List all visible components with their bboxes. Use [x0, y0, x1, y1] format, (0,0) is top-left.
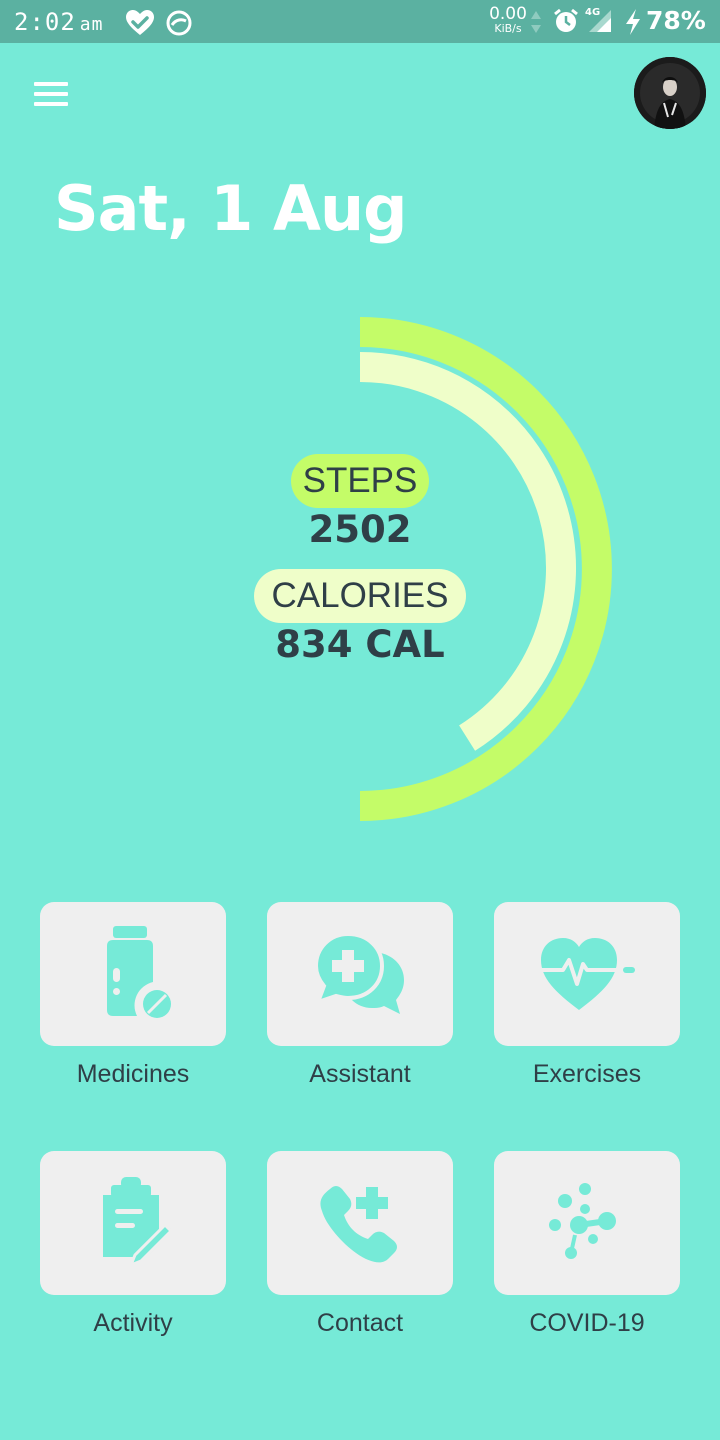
tile-medicines-card[interactable]	[40, 902, 226, 1046]
data-arrows-icon	[531, 11, 541, 33]
tile-contact-card[interactable]	[267, 1151, 453, 1295]
medicine-bottle-icon	[107, 926, 171, 1018]
app-notification-icon	[166, 10, 192, 36]
battery-percentage: 78%	[646, 6, 706, 35]
tile-exercises-card[interactable]	[494, 902, 680, 1046]
tile-exercises[interactable]: Exercises	[494, 902, 680, 1089]
menu-icon-bar	[34, 92, 68, 96]
steps-value: 2502	[308, 508, 412, 551]
menu-icon-bar	[34, 102, 68, 106]
charging-bolt-icon	[626, 9, 640, 35]
calories-label: CALORIES	[254, 569, 466, 623]
tile-activity-label: Activity	[93, 1309, 173, 1337]
network-speed: 0.00 KiB/s	[488, 4, 528, 35]
chat-medical-icon	[313, 931, 404, 1014]
tile-assistant-card[interactable]	[267, 902, 453, 1046]
page-title: Sat, 1 Aug	[54, 172, 407, 245]
tile-activity[interactable]: Activity	[40, 1151, 226, 1338]
tile-covid-19[interactable]: COVID-19	[494, 1151, 680, 1338]
network-speed-value: 0.00	[489, 4, 527, 24]
status-bar: 2:02 am 0.00 KiB/s 4G 78%	[0, 0, 720, 43]
tile-contact[interactable]: Contact	[267, 1151, 453, 1338]
menu-button[interactable]	[34, 82, 68, 106]
status-time-value: 2:02	[14, 8, 76, 36]
heartbeat-icon	[537, 938, 635, 1010]
tile-assistant-label: Assistant	[309, 1060, 411, 1088]
tile-activity-card[interactable]	[40, 1151, 226, 1295]
tile-medicines-label: Medicines	[76, 1060, 190, 1088]
menu-icon-bar	[34, 82, 68, 86]
heart-check-icon	[126, 10, 154, 35]
steps-label: STEPS	[291, 454, 429, 508]
avatar-image	[634, 57, 706, 129]
tile-contact-label: Contact	[316, 1309, 404, 1337]
status-time-ampm: am	[79, 14, 104, 35]
tile-exercises-label: Exercises	[532, 1060, 642, 1088]
phone-plus-icon	[320, 1186, 397, 1263]
tile-covid-19-card[interactable]	[494, 1151, 680, 1295]
avatar[interactable]	[634, 57, 706, 129]
tile-medicines[interactable]: Medicines	[40, 902, 226, 1089]
virus-icon	[549, 1183, 616, 1259]
alarm-icon	[554, 8, 578, 32]
status-time: 2:02 am	[14, 8, 103, 36]
calories-value: 834 CAL	[275, 623, 445, 666]
clipboard-edit-icon	[103, 1177, 173, 1268]
tile-covid-19-label: COVID-19	[529, 1309, 645, 1337]
tile-assistant[interactable]: Assistant	[267, 902, 453, 1089]
network-speed-unit: KiB/s	[494, 22, 522, 35]
signal-icon	[589, 10, 611, 32]
